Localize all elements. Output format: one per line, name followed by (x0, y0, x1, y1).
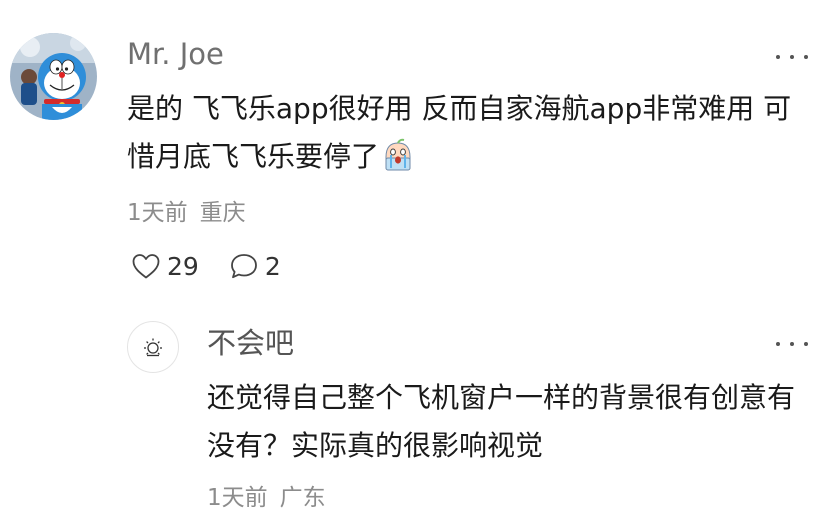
like-count: 29 (167, 251, 199, 281)
more-dot (790, 342, 794, 346)
comment-text-block: 是的 飞飞乐app很好用 反而自家海航app非常难用 可惜月底飞飞乐要停了 (127, 85, 807, 181)
comment-time: 1天前 (127, 200, 188, 226)
user-avatar[interactable] (10, 33, 97, 120)
comment-location: 重庆 (199, 200, 246, 226)
comment-actions: 29 2 (131, 249, 281, 283)
reply-text: 还觉得自己整个飞机窗户一样的背景很有创意有没有？实际真的很影响视觉 (207, 381, 796, 462)
comment-author[interactable]: Mr. Joe (127, 34, 224, 74)
face-with-tears-emoji-icon (381, 138, 415, 172)
reply-meta: 1天前 广东 (207, 483, 326, 513)
heart-icon (132, 254, 160, 279)
sun-avatar-icon (144, 338, 162, 357)
reply-location: 广东 (279, 485, 326, 511)
more-options-button[interactable] (776, 51, 808, 63)
reply-time: 1天前 (207, 485, 268, 511)
reply-author[interactable]: 不会吧 (207, 323, 294, 363)
doraemon-avatar-icon (10, 33, 97, 120)
comment-meta: 1天前 重庆 (127, 198, 246, 228)
more-dot (776, 55, 780, 59)
more-dot (804, 342, 808, 346)
more-dot (790, 55, 794, 59)
like-button[interactable]: 29 (131, 252, 199, 281)
more-dot (776, 342, 780, 346)
comment-text: 是的 飞飞乐app很好用 反而自家海航app非常难用 可惜月底飞飞乐要停了 (127, 92, 792, 173)
reply-button[interactable]: 2 (229, 252, 281, 281)
more-dot (804, 55, 808, 59)
reply-count: 2 (264, 251, 281, 281)
reply-user-avatar[interactable] (127, 321, 179, 373)
reply-more-options-button[interactable] (776, 338, 808, 350)
comment-bubble-icon (230, 254, 257, 279)
